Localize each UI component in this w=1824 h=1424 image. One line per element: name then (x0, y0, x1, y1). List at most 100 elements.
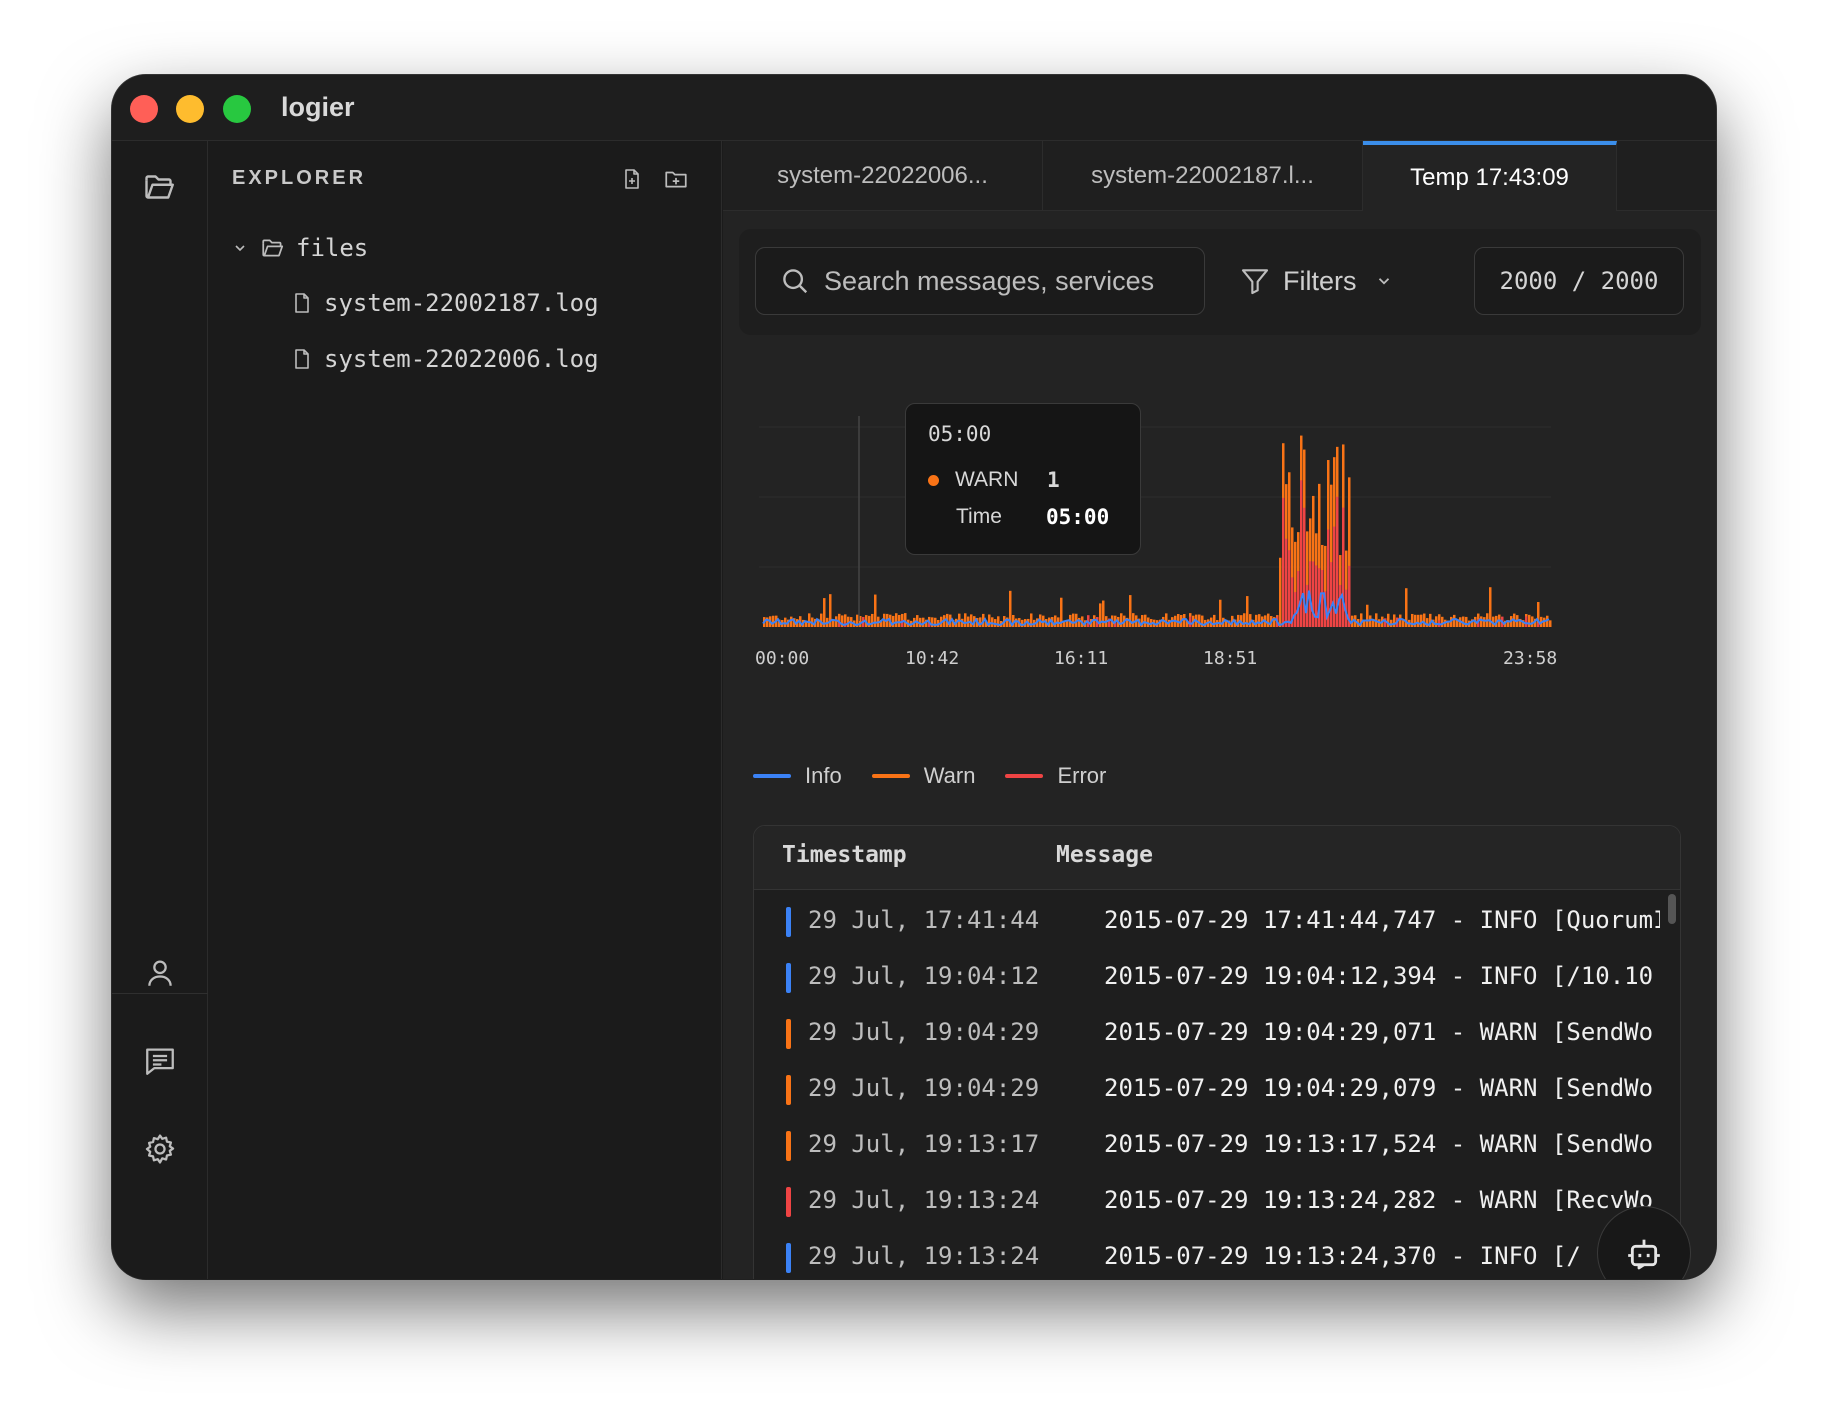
warn-bar (1465, 616, 1468, 627)
warn-dot-icon (928, 474, 939, 486)
x-tick-label: 23:58 (1503, 648, 1557, 669)
warn-bar (1072, 613, 1075, 627)
filters-button[interactable]: Filters (1239, 247, 1419, 315)
tab-bar: system-22022006... system-22002187.l... … (723, 141, 1716, 211)
row-message: 2015-07-29 19:04:29,071 - WARN [SendWo (1104, 1018, 1654, 1046)
warn-bar (1393, 614, 1396, 627)
file-label: system-22002187.log (324, 289, 599, 317)
warn-bar (772, 615, 775, 627)
warn-bar (979, 617, 982, 627)
error-bar (1321, 570, 1324, 627)
tree-file-item[interactable]: system-22002187.log (290, 289, 599, 317)
warn-bar (1015, 618, 1018, 627)
legend-label: Error (1057, 763, 1107, 788)
app-title: logier (281, 92, 355, 122)
severity-indicator (786, 907, 791, 937)
chart-tooltip: 05:00 WARN 1 Time 05:00 (905, 403, 1141, 555)
legend-item-info[interactable]: Info (753, 763, 842, 789)
tab-system-22022006[interactable]: system-22022006... (723, 141, 1043, 211)
tooltip-series-row: WARN 1 (928, 468, 1060, 492)
tooltip-time-label: Time (956, 505, 1002, 528)
warn-bar (1120, 613, 1123, 627)
error-bar (1282, 497, 1285, 627)
warn-bar (964, 613, 967, 627)
warn-bar (871, 613, 874, 627)
error-bar (1297, 570, 1300, 627)
severity-indicator (786, 1243, 791, 1273)
tab-system-22002187[interactable]: system-22002187.l... (1043, 141, 1363, 211)
warn-bar (1399, 614, 1402, 627)
warn-bar (1420, 614, 1423, 627)
vertical-scrollbar[interactable] (1668, 894, 1676, 924)
folder-open-icon[interactable] (138, 165, 182, 209)
tree-file-item[interactable]: system-22022006.log (290, 345, 599, 373)
warn-bar (835, 616, 838, 627)
filter-icon (1239, 265, 1271, 297)
warn-bar (1132, 613, 1135, 627)
warn-bar (1366, 604, 1369, 627)
table-row[interactable]: 29 Jul, 19:13:24 2015-07-29 19:13:24,282… (754, 1174, 1666, 1230)
table-header: Timestamp Message (754, 826, 1680, 890)
new-folder-icon[interactable] (660, 163, 692, 195)
result-counter: 2000 / 2000 (1474, 247, 1684, 315)
row-message: 2015-07-29 17:41:44,747 - INFO [QuorumI (1104, 906, 1660, 934)
row-timestamp: 29 Jul, 19:04:29 (808, 1018, 1040, 1046)
explorer-panel: EXPLORER files system-22002187.log syste… (208, 141, 722, 1279)
row-timestamp: 29 Jul, 19:04:12 (808, 962, 1040, 990)
error-line-icon (1005, 774, 1044, 778)
table-row[interactable]: 29 Jul, 19:04:29 2015-07-29 19:04:29,079… (754, 1062, 1666, 1118)
tree-folder-files[interactable]: files (232, 234, 368, 262)
warn-bar (832, 620, 835, 627)
warn-bar (991, 617, 994, 627)
severity-indicator (786, 963, 791, 993)
warn-bars (763, 435, 1552, 627)
chart-legend: Info Warn Error (753, 763, 1136, 789)
legend-item-warn[interactable]: Warn (871, 763, 975, 789)
tab-temp[interactable]: Temp 17:43:09 (1363, 141, 1617, 211)
warn-bar (1423, 613, 1426, 627)
error-bar (1288, 550, 1291, 627)
tooltip-time: 05:00 (928, 422, 992, 446)
warn-bar (1162, 616, 1165, 627)
warn-bar (1165, 613, 1168, 627)
search-input[interactable]: Search messages, services (755, 247, 1205, 315)
app-window: logier EXPLORER files system-22002187.lo… (112, 75, 1716, 1279)
row-timestamp: 29 Jul, 19:04:29 (808, 1074, 1040, 1102)
warn-bar (1435, 616, 1438, 627)
column-header-timestamp[interactable]: Timestamp (782, 842, 907, 868)
table-row[interactable]: 29 Jul, 19:04:29 2015-07-29 19:04:29,071… (754, 1006, 1666, 1062)
x-tick-label: 00:00 (755, 648, 809, 669)
gear-icon[interactable] (138, 1127, 182, 1171)
table-row[interactable]: 29 Jul, 19:13:17 2015-07-29 19:13:17,524… (754, 1118, 1666, 1174)
legend-item-error[interactable]: Error (1005, 763, 1106, 789)
error-bar (1294, 592, 1297, 627)
folder-icon (260, 235, 286, 261)
log-histogram-chart[interactable]: 00:00 10:42 16:11 18:51 23:58 05:00 WARN… (751, 381, 1691, 721)
user-icon[interactable] (138, 951, 182, 995)
x-tick-label: 10:42 (905, 648, 959, 669)
warn-bar (1258, 614, 1261, 627)
warn-bar (898, 614, 901, 627)
warn-bar (1066, 620, 1069, 627)
severity-indicator (786, 1075, 791, 1105)
activity-bar (112, 141, 208, 1279)
row-message: 2015-07-29 19:13:24,282 - WARN [RecvWo (1104, 1186, 1654, 1214)
maximize-window-button[interactable] (223, 95, 251, 123)
chart-svg[interactable]: 00:00 10:42 16:11 18:51 23:58 (751, 381, 1691, 721)
warn-line-icon (871, 774, 910, 778)
warn-bar (1528, 614, 1531, 627)
tooltip-time-row: Time 05:00 (956, 505, 1109, 529)
table-row[interactable]: 29 Jul, 19:04:12 2015-07-29 19:04:12,394… (754, 950, 1666, 1006)
warn-bar (1144, 614, 1147, 627)
new-file-icon[interactable] (616, 163, 648, 195)
file-label: system-22022006.log (324, 345, 599, 373)
close-window-button[interactable] (130, 95, 158, 123)
table-row[interactable]: 29 Jul, 19:13:24 2015-07-29 19:13:24,370… (754, 1230, 1666, 1279)
minimize-window-button[interactable] (176, 95, 204, 123)
table-row[interactable]: 29 Jul, 17:41:44 2015-07-29 17:41:44,747… (754, 894, 1666, 950)
column-header-message[interactable]: Message (1056, 842, 1153, 868)
message-icon[interactable] (138, 1039, 182, 1083)
tooltip-series-count: 1 (1047, 468, 1060, 492)
row-timestamp: 29 Jul, 17:41:44 (808, 906, 1040, 934)
explorer-title: EXPLORER (232, 167, 367, 189)
